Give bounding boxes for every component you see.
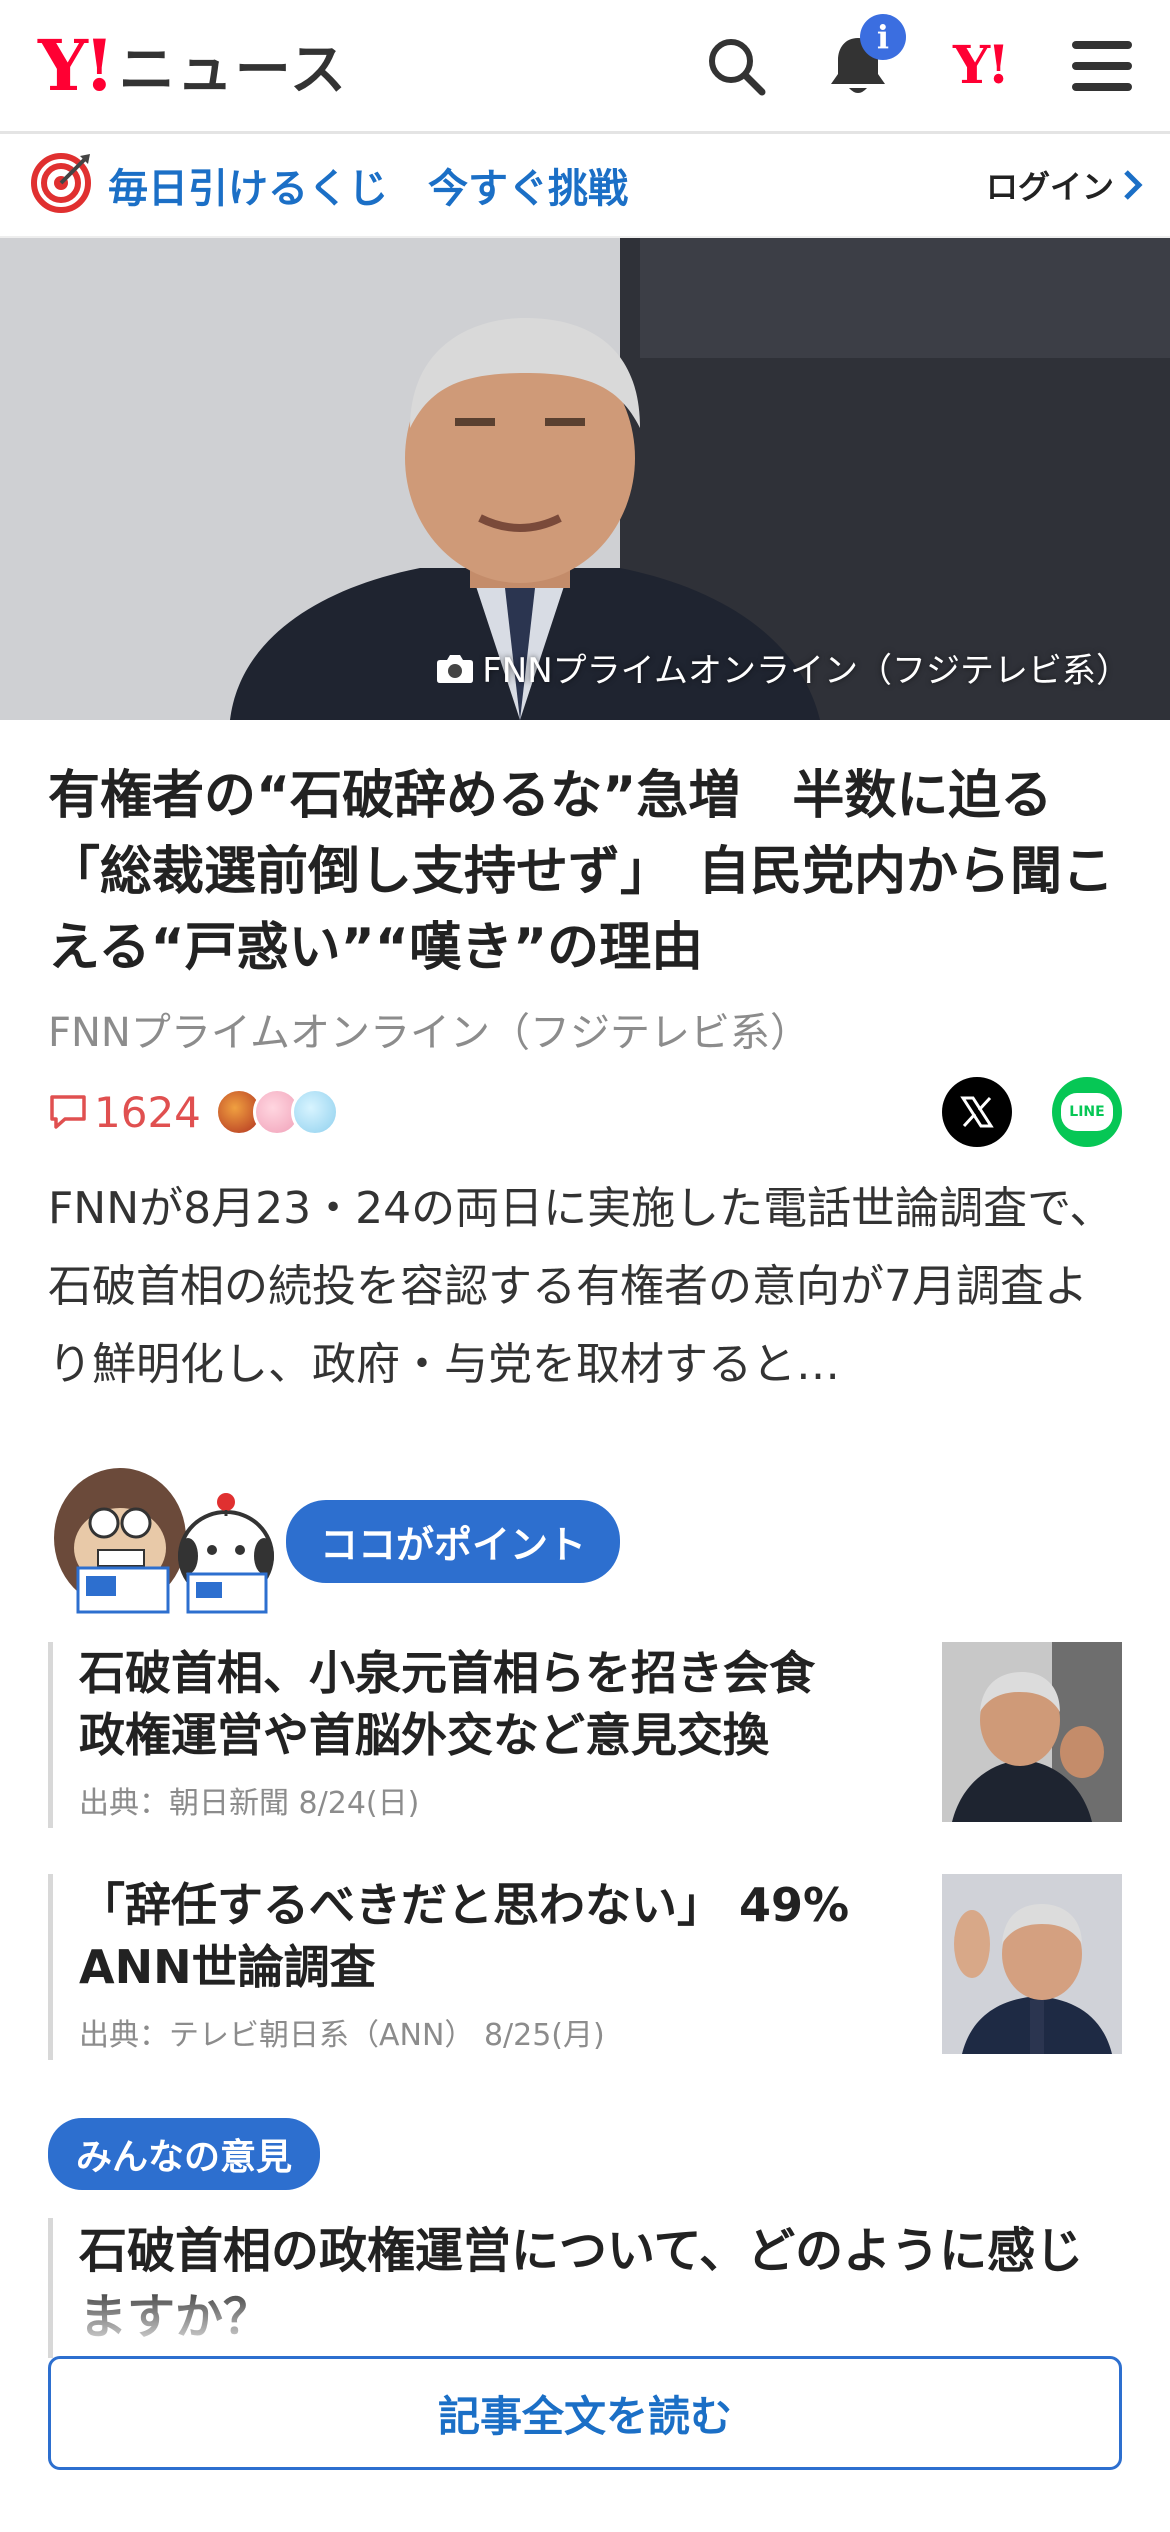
notification-badge: i [860,13,906,60]
reaction-calm-icon [290,1088,339,1136]
yahoo-news-logo[interactable]: Y! ニュース [38,25,348,106]
login-label: ログイン [985,168,1114,206]
points-label: ココがポイント [286,1499,621,1583]
logo-mark: Y! [38,23,115,107]
share-buttons: LINE [942,1077,1122,1147]
yahoo-japan-icon[interactable]: Y! [946,32,1014,100]
login-link[interactable]: ログイン [986,162,1144,208]
line-label: LINE [1069,1104,1105,1120]
point-thumbnail [942,1642,1122,1822]
search-icon[interactable] [702,32,770,100]
point-item[interactable]: 「辞任するべきだと思わない」 49% ANN世論調査 出典：テレビ朝日系（ANN… [0,1874,1170,2060]
photo-credit: FNNプライムオンライン（フジテレビ系） [436,643,1130,692]
point-body: 石破首相、小泉元首相らを招き会食 政権運営や首脳外交など意見交換 出典：朝日新聞… [48,1642,902,1828]
comment-count: 1624 [94,1087,201,1137]
point-thumbnail [942,1874,1122,2054]
camera-icon [437,654,474,683]
opinion-label: みんなの意見 [48,2118,321,2190]
photo-credit-text: FNNプライムオンライン（フジテレビ系） [482,651,1130,691]
header-actions: i Y! [702,13,1136,100]
article-summary[interactable]: FNNが8月23・24の両日に実施した電話世論調査で、石破首相の続投を容認する有… [0,1150,1170,1404]
read-full-article-button[interactable]: 記事全文を読む [48,2356,1122,2470]
chevron-right-icon [1124,170,1143,200]
point-source: 出典：朝日新聞 8/24(日) [79,1786,420,1821]
points-header: ココがポイント [0,1404,1170,1620]
mascot-illustration [48,1468,286,1614]
bell-icon[interactable]: i [824,13,906,100]
page: Y! ニュース i Y! 毎日引けるくじ 今すぐ挑戦 ログイン FNNプライムオ… [0,0,1170,2532]
opinion-question[interactable]: 石破首相の政権運営について、どのように感じますか？ [48,2218,1122,2358]
point-title: 「辞任するべきだと思わない」 49% ANN世論調査 [79,1878,850,1994]
point-item[interactable]: 石破首相、小泉元首相らを招き会食 政権運営や首脳外交など意見交換 出典：朝日新聞… [0,1642,1170,1828]
target-icon [30,152,92,218]
hero-image[interactable]: FNNプライムオンライン（フジテレビ系） [0,238,1170,720]
yahoo-japan-mark: Y! [953,35,1010,96]
lottery-text: 毎日引けるくじ 今すぐ挑戦 [108,166,628,212]
comment-icon [50,1095,86,1129]
reaction-icons [214,1088,339,1136]
article-meta: 1624 LINE [0,1058,1170,1150]
comments-link[interactable]: 1624 [48,1088,201,1137]
lottery-banner[interactable]: 毎日引けるくじ 今すぐ挑戦 ログイン [0,134,1170,238]
x-glyph [960,1096,994,1128]
x-logo-icon[interactable] [942,1077,1012,1147]
article-source[interactable]: FNNプライムオンライン（フジテレビ系） [0,986,1170,1058]
app-header: Y! ニュース i Y! [0,0,1170,134]
fade-overlay [53,2278,1122,2358]
point-title: 石破首相、小泉元首相らを招き会食 政権運営や首脳外交など意見交換 [79,1646,861,1762]
point-source: 出典：テレビ朝日系（ANN） 8/25(月) [79,2018,605,2053]
line-bubble: LINE [1061,1093,1113,1131]
hamburger-menu-icon[interactable] [1068,32,1136,100]
logo-text: ニュース [118,38,348,103]
point-body: 「辞任するべきだと思わない」 49% ANN世論調査 出典：テレビ朝日系（ANN… [48,1874,902,2060]
line-logo-icon[interactable]: LINE [1052,1077,1122,1147]
article-headline[interactable]: 有権者の“石破辞めるな”急増 半数に迫る「総裁選前倒し支持せず」 自民党内から聞… [0,720,1170,986]
